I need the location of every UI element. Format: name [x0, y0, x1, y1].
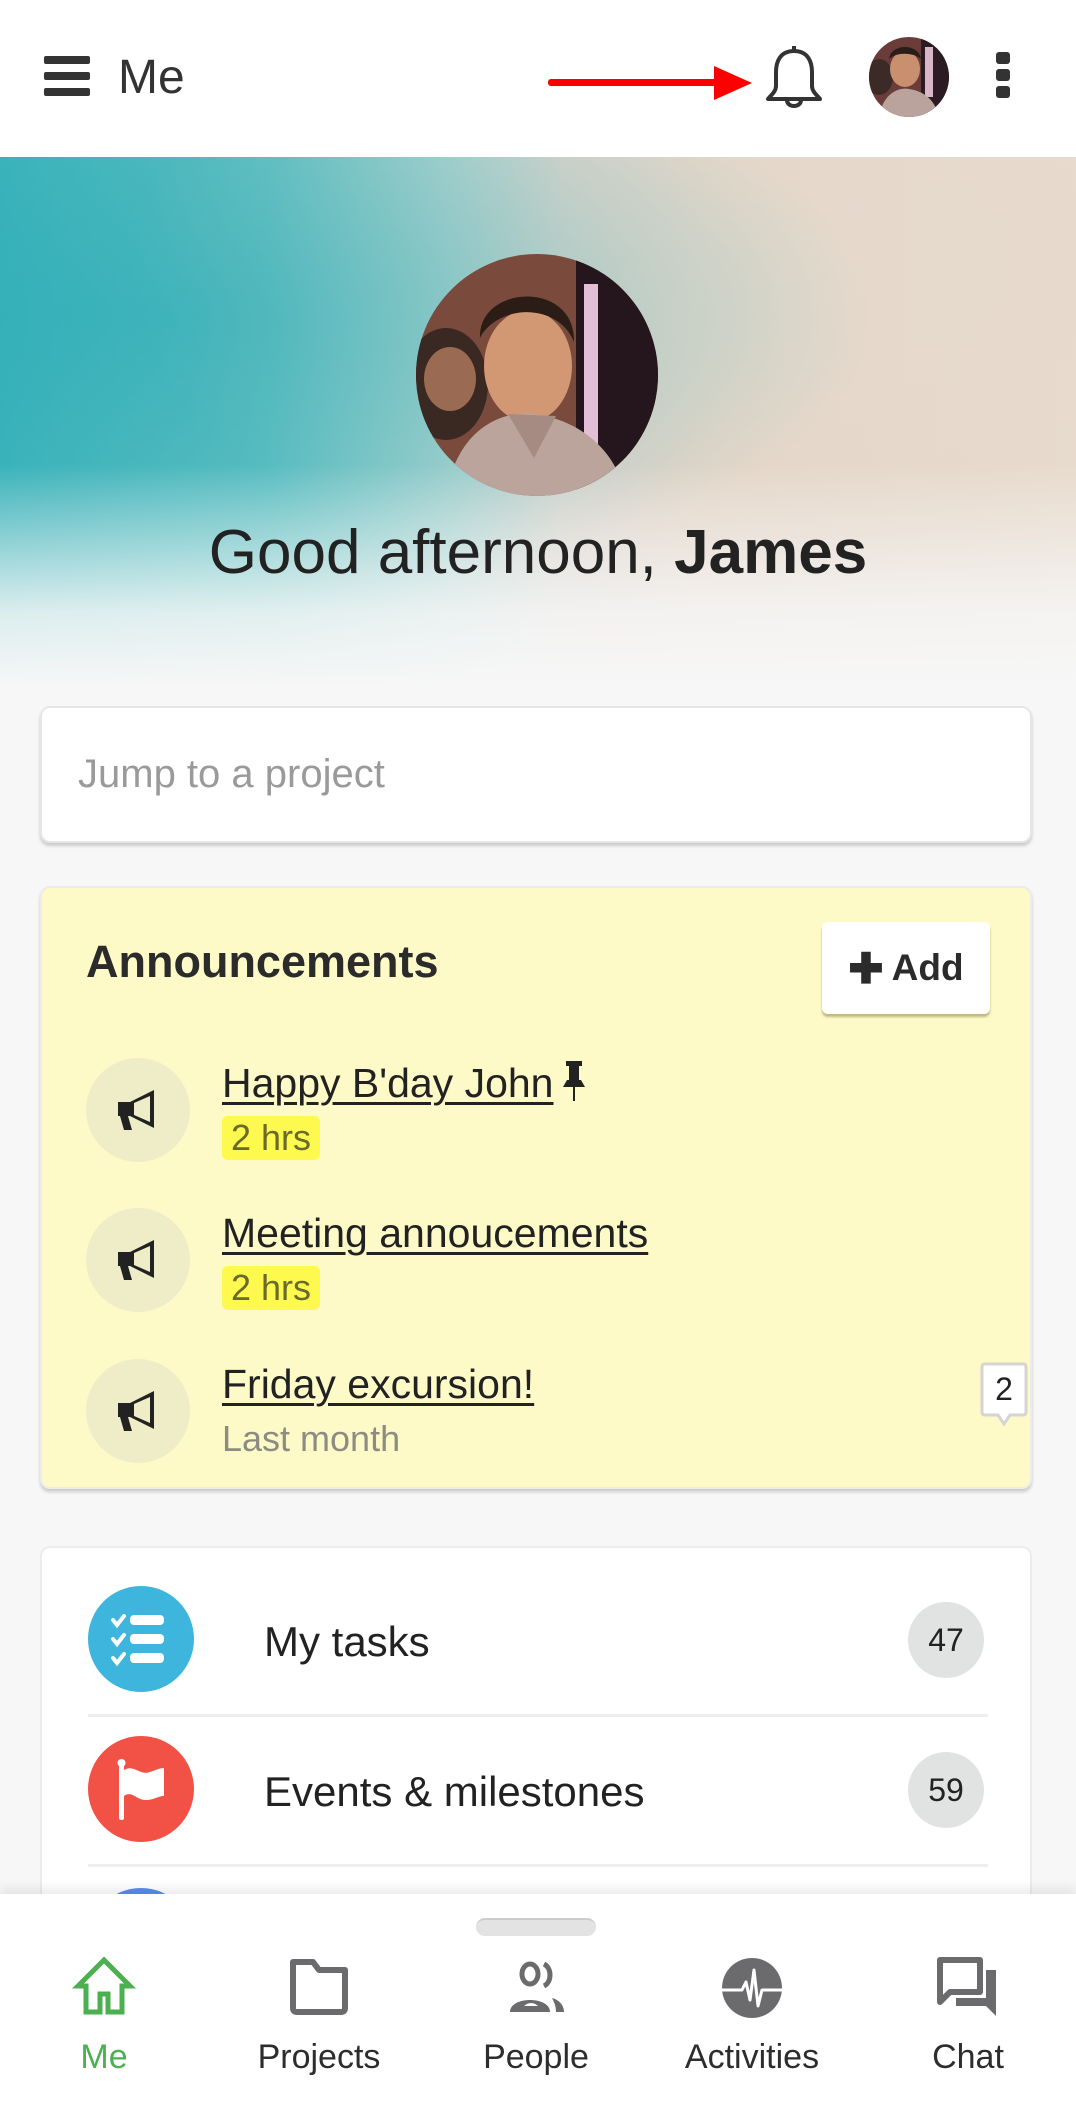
- add-label: Add: [891, 947, 964, 988]
- bell-icon[interactable]: [762, 42, 826, 112]
- profile-hero-banner: Good afternoon, James: [0, 157, 1076, 687]
- plus-icon: ✚: [848, 944, 884, 992]
- pin-icon: [563, 1061, 586, 1101]
- bottom-navigation: Me Projects People Activities Chat: [0, 1894, 1076, 2108]
- announcement-link[interactable]: Happy B'day John: [222, 1060, 587, 1107]
- nav-label: Me: [80, 2038, 128, 2076]
- task-count-badge: 59: [908, 1752, 984, 1828]
- profile-avatar[interactable]: [416, 254, 658, 496]
- add-announcement-button[interactable]: ✚ Add: [822, 922, 990, 1014]
- comment-count: 2: [995, 1371, 1013, 1407]
- folder-icon: [290, 1959, 348, 2015]
- nav-people[interactable]: People: [436, 1956, 636, 2086]
- pulse-icon: [722, 1958, 782, 2018]
- nav-me[interactable]: Me: [4, 1956, 204, 2086]
- announcement-link[interactable]: Friday excursion!: [222, 1361, 534, 1408]
- flag-icon: [88, 1736, 194, 1842]
- hamburger-menu-icon[interactable]: [44, 56, 90, 96]
- announcement-time: Last month: [222, 1418, 401, 1459]
- nav-chat[interactable]: Chat: [868, 1956, 1068, 2086]
- more-vertical-icon[interactable]: [994, 52, 1014, 98]
- annotation-arrow-icon: [548, 66, 752, 100]
- announcement-item: Friday excursion! Last month 2: [86, 1359, 1028, 1469]
- people-icon: [510, 1961, 564, 2012]
- megaphone-icon: [86, 1359, 190, 1463]
- project-search-box: [40, 706, 1032, 843]
- nav-label: Projects: [257, 2038, 381, 2076]
- announcement-item: Meeting annoucements 2 hrs: [86, 1208, 986, 1318]
- jump-to-project-input[interactable]: [78, 708, 998, 841]
- comment-count-badge[interactable]: 2: [980, 1362, 1028, 1426]
- top-app-bar: Me: [0, 0, 1076, 157]
- megaphone-icon: [86, 1058, 190, 1162]
- user-name: James: [674, 518, 868, 587]
- my-tasks-row[interactable]: My tasks 47: [88, 1548, 988, 1698]
- task-label: My tasks: [264, 1618, 430, 1665]
- nav-label: Chat: [932, 2038, 1004, 2076]
- home-icon: [72, 1956, 136, 2015]
- greeting-text: Good afternoon,: [208, 518, 675, 587]
- checklist-icon: [88, 1586, 194, 1692]
- greeting-heading: Good afternoon, James: [0, 517, 1076, 588]
- announcement-time: 2 hrs: [222, 1266, 321, 1310]
- announcements-title: Announcements: [86, 936, 439, 987]
- page-title: Me: [118, 51, 185, 104]
- chat-icon: [937, 1957, 996, 2016]
- announcement-time: 2 hrs: [222, 1116, 321, 1160]
- events-milestones-row[interactable]: Events & milestones 59: [88, 1698, 988, 1848]
- announcements-card: Announcements ✚ Add Happy B'day John 2 h…: [40, 886, 1032, 1489]
- announcement-link[interactable]: Meeting annoucements: [222, 1210, 648, 1257]
- nav-activities[interactable]: Activities: [652, 1956, 852, 2086]
- drag-handle[interactable]: [476, 1918, 596, 1936]
- megaphone-icon: [86, 1208, 190, 1312]
- nav-label: Activities: [684, 2038, 820, 2076]
- divider: [88, 1864, 988, 1867]
- announcement-item: Happy B'day John 2 hrs: [86, 1058, 986, 1168]
- task-label: Events & milestones: [264, 1768, 645, 1815]
- nav-label: People: [483, 2038, 589, 2076]
- nav-projects[interactable]: Projects: [219, 1956, 419, 2086]
- user-avatar[interactable]: [869, 37, 949, 117]
- announcement-title: Happy B'day John: [222, 1060, 554, 1106]
- task-count-badge: 47: [908, 1602, 984, 1678]
- app-root: Me Good afternoon, James Jump to a proje…: [0, 0, 1076, 2108]
